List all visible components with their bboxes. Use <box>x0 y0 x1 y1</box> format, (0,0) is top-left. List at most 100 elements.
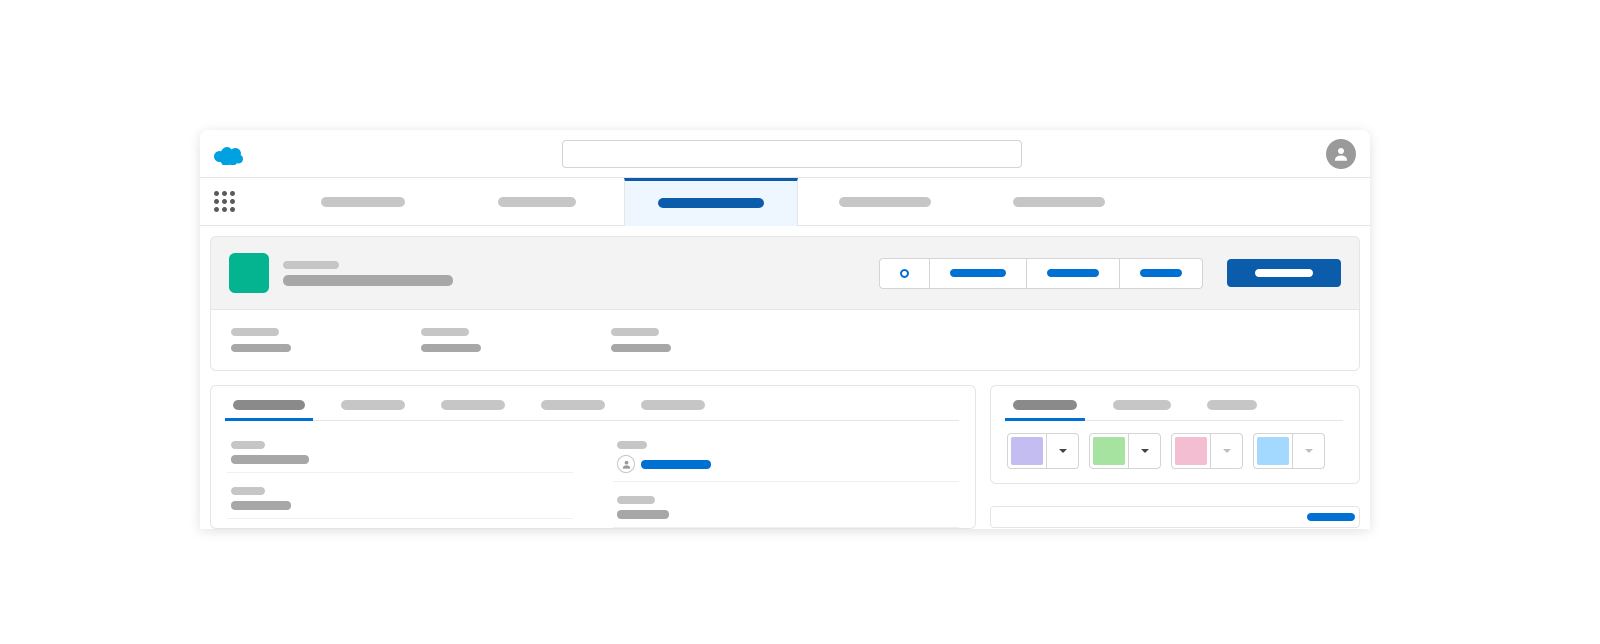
nav-tab-3[interactable] <box>798 178 972 226</box>
related-tab-label <box>1113 400 1171 410</box>
chip-swatch-icon <box>1257 437 1289 465</box>
detail-field-left-1 <box>227 479 573 519</box>
chip-swatch-icon <box>1093 437 1125 465</box>
record-header <box>210 236 1360 310</box>
detail-tab-label <box>641 400 705 410</box>
action-label <box>1140 269 1182 277</box>
user-avatar[interactable] <box>1326 139 1356 169</box>
related-chip-2[interactable] <box>1171 433 1243 469</box>
detail-tab-1[interactable] <box>341 400 405 420</box>
global-header <box>200 130 1370 178</box>
detail-field-left-0 <box>227 433 573 473</box>
detail-tab-label <box>541 400 605 410</box>
record-name <box>283 275 453 286</box>
related-tab-label <box>1207 400 1257 410</box>
highlight-value <box>421 344 481 352</box>
detail-column-left <box>227 433 573 528</box>
nav-tab-1[interactable] <box>450 178 624 226</box>
related-panel <box>990 385 1360 484</box>
nav-tab-label <box>658 198 764 208</box>
related-column <box>990 385 1360 529</box>
highlight-label <box>611 328 659 336</box>
related-tab-2[interactable] <box>1207 400 1257 420</box>
global-search-input[interactable] <box>562 140 1022 168</box>
record-action-1[interactable] <box>930 259 1027 288</box>
nav-tab-label <box>839 197 931 207</box>
field-value <box>231 501 291 510</box>
record-type-label <box>283 261 339 269</box>
field-value <box>231 455 309 464</box>
chip-swatch-icon <box>1175 437 1207 465</box>
detail-field-right-0 <box>613 433 959 482</box>
app-window <box>200 130 1370 529</box>
action-label <box>950 269 1006 277</box>
related-chip-0[interactable] <box>1007 433 1079 469</box>
owner-value-row <box>617 455 955 473</box>
detail-tab-label <box>441 400 505 410</box>
detail-tabs <box>227 400 959 421</box>
global-search-container <box>258 140 1326 168</box>
chevron-down-icon[interactable] <box>1292 434 1324 468</box>
highlight-label <box>421 328 469 336</box>
salesforce-logo[interactable] <box>214 143 246 165</box>
related-tab-0[interactable] <box>1013 400 1077 420</box>
record-title-block <box>283 261 865 286</box>
related-link-label <box>1307 513 1355 521</box>
detail-column-right <box>613 433 959 528</box>
highlight-field-2 <box>611 328 671 352</box>
chevron-down-icon[interactable] <box>1046 434 1078 468</box>
nav-tabs <box>276 178 1146 226</box>
highlight-value <box>611 344 671 352</box>
field-value <box>617 510 669 519</box>
chip-swatch-icon <box>1011 437 1043 465</box>
content-columns <box>200 371 1370 529</box>
nav-tab-4[interactable] <box>972 178 1146 226</box>
chevron-down-icon[interactable] <box>1210 434 1242 468</box>
related-tab-label <box>1013 400 1077 410</box>
app-launcher-icon[interactable] <box>214 191 236 213</box>
action-button-group <box>879 258 1203 289</box>
related-chip-1[interactable] <box>1089 433 1161 469</box>
field-value-link[interactable] <box>641 460 711 469</box>
field-label <box>617 441 647 449</box>
field-label <box>231 441 265 449</box>
owner-avatar-icon <box>617 455 635 473</box>
record-area <box>200 226 1370 371</box>
nav-tab-label <box>498 197 576 207</box>
nav-tab-label <box>321 197 405 207</box>
highlights-panel <box>210 310 1360 371</box>
related-tab-1[interactable] <box>1113 400 1171 420</box>
related-chip-3[interactable] <box>1253 433 1325 469</box>
highlight-value <box>231 344 291 352</box>
detail-tab-4[interactable] <box>641 400 705 420</box>
field-label <box>231 487 265 495</box>
related-tabs <box>1007 400 1343 421</box>
status-dot-icon <box>900 269 909 278</box>
record-action-2[interactable] <box>1027 259 1120 288</box>
primary-action-button[interactable] <box>1227 259 1341 287</box>
action-label <box>1047 269 1099 277</box>
record-action-0[interactable] <box>880 259 930 288</box>
detail-rows <box>227 433 959 528</box>
highlight-label <box>231 328 279 336</box>
detail-tab-3[interactable] <box>541 400 605 420</box>
detail-tab-2[interactable] <box>441 400 505 420</box>
chevron-down-icon[interactable] <box>1128 434 1160 468</box>
detail-tab-0[interactable] <box>233 400 305 420</box>
nav-tab-0[interactable] <box>276 178 450 226</box>
detail-field-right-1 <box>613 488 959 528</box>
related-link-row[interactable] <box>990 506 1360 528</box>
nav-tab-2[interactable] <box>624 178 798 226</box>
related-chips <box>1007 433 1343 469</box>
detail-panel <box>210 385 976 529</box>
app-nav <box>200 178 1370 226</box>
record-type-icon <box>229 253 269 293</box>
highlight-field-0 <box>231 328 291 352</box>
nav-tab-label <box>1013 197 1105 207</box>
highlight-field-1 <box>421 328 481 352</box>
primary-action-label <box>1255 269 1313 277</box>
detail-tab-label <box>341 400 405 410</box>
field-label <box>617 496 655 504</box>
record-action-3[interactable] <box>1120 259 1202 288</box>
detail-tab-label <box>233 400 305 410</box>
